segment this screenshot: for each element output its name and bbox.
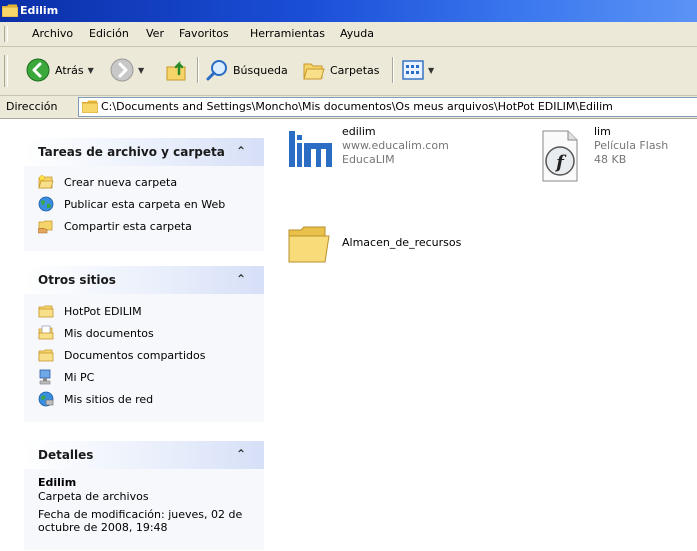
place-label: Documentos compartidos: [64, 348, 206, 362]
file-url: www.educalim.com: [342, 139, 449, 152]
place-label: Mis sitios de red: [64, 392, 154, 406]
share-folder-icon: [38, 220, 53, 234]
my-documents-icon: [38, 325, 54, 340]
folder-icon: [288, 226, 330, 263]
lim-logo-icon: [289, 131, 332, 167]
network-places-icon: [38, 391, 54, 407]
menu-edicion[interactable]: Edición: [89, 27, 129, 40]
task-publish-web[interactable]: Publicar esta carpeta en Web: [38, 195, 225, 213]
place-hotpot-edilim[interactable]: HotPot EDILIM: [38, 302, 142, 320]
views-button[interactable]: ▼: [402, 57, 434, 83]
details-type: Carpeta de archivos: [38, 490, 149, 503]
window-title: Edilim: [20, 4, 59, 17]
address-label: Dirección: [6, 100, 58, 113]
place-my-computer[interactable]: Mi PC: [38, 368, 94, 386]
menu-grip[interactable]: [4, 26, 8, 42]
place-label: Mis documentos: [64, 326, 154, 340]
details-pane-header[interactable]: Detalles ⌃: [24, 441, 264, 469]
menu-herramientas[interactable]: Herramientas: [250, 27, 325, 40]
folder-icon: [38, 349, 54, 362]
back-arrow-icon: [26, 58, 50, 82]
tasks-pane-body: Crear nueva carpeta Publicar esta carpet…: [24, 166, 264, 251]
my-computer-icon: [39, 369, 51, 385]
up-folder-icon: [166, 60, 186, 81]
tasks-pane-header[interactable]: Tareas de archivo y carpeta ⌃: [24, 138, 264, 166]
address-path: C:\Documents and Settings\Moncho\Mis doc…: [101, 100, 613, 113]
menu-ver[interactable]: Ver: [146, 27, 164, 40]
folders-icon: [303, 63, 325, 80]
folder-icon: [2, 4, 18, 17]
search-icon: [206, 60, 227, 81]
views-dropdown-icon[interactable]: ▼: [428, 66, 434, 75]
file-item-edilim[interactable]: edilim www.educalim.com EducaLIM: [287, 125, 502, 175]
file-name: edilim: [342, 125, 376, 138]
details-name: Edilim: [38, 476, 77, 489]
menu-ayuda[interactable]: Ayuda: [340, 27, 374, 40]
details-pane: Detalles ⌃ Edilim Carpeta de archivos Fe…: [23, 440, 265, 551]
details-pane-body: Edilim Carpeta de archivos Fecha de modi…: [24, 469, 264, 550]
toolbar: Atrás ▼ ▼ Búsqueda Carpetas ▼: [0, 47, 697, 96]
toolbar-grip[interactable]: [4, 55, 8, 87]
folder-name: Almacen_de_recursos: [342, 236, 462, 249]
places-pane-body: HotPot EDILIM Mis documentos Documentos …: [24, 294, 264, 422]
forward-button[interactable]: ▼: [110, 57, 144, 83]
search-label: Búsqueda: [233, 63, 288, 77]
address-bar: Dirección C:\Documents and Settings\Monc…: [0, 96, 697, 119]
collapse-chevron-icon[interactable]: ⌃: [236, 144, 246, 158]
back-button[interactable]: Atrás ▼: [26, 57, 94, 83]
flash-file-icon: f: [542, 130, 578, 182]
title-bar[interactable]: Edilim: [0, 0, 697, 22]
back-label: Atrás: [55, 63, 84, 77]
details-pane-title: Detalles: [38, 448, 94, 462]
menu-bar: Archivo Edición Ver Favoritos Herramient…: [0, 22, 697, 47]
file-name: lim: [594, 125, 611, 138]
new-folder-icon: [38, 175, 54, 189]
place-label: HotPot EDILIM: [64, 304, 142, 318]
forward-dropdown-icon[interactable]: ▼: [138, 66, 144, 75]
back-dropdown-icon[interactable]: ▼: [88, 66, 94, 75]
task-label: Crear nueva carpeta: [64, 175, 178, 189]
places-pane-header[interactable]: Otros sitios ⌃: [24, 266, 264, 294]
web-globe-icon: [38, 196, 54, 212]
file-company: EducaLIM: [342, 153, 395, 166]
collapse-chevron-icon[interactable]: ⌃: [236, 272, 246, 286]
folders-button[interactable]: Carpetas: [302, 57, 379, 83]
forward-arrow-icon: [110, 58, 134, 82]
place-label: Mi PC: [64, 370, 95, 384]
toolbar-separator: [392, 57, 394, 83]
up-folder-button[interactable]: [165, 57, 189, 83]
details-modified: Fecha de modificación: jueves, 02 de oct…: [38, 508, 243, 534]
tasks-pane-title: Tareas de archivo y carpeta: [38, 145, 225, 159]
folder-icon: [82, 100, 98, 113]
place-shared-documents[interactable]: Documentos compartidos: [38, 346, 206, 364]
places-pane-title: Otros sitios: [38, 273, 116, 287]
places-pane: Otros sitios ⌃ HotPot EDILIM Mis documen…: [23, 265, 265, 423]
task-new-folder[interactable]: Crear nueva carpeta: [38, 173, 177, 191]
collapse-chevron-icon[interactable]: ⌃: [236, 447, 246, 461]
place-network[interactable]: Mis sitios de red: [38, 390, 153, 408]
task-label: Compartir esta carpeta: [64, 219, 192, 233]
search-button[interactable]: Búsqueda: [205, 57, 288, 83]
place-my-documents[interactable]: Mis documentos: [38, 324, 154, 342]
tasks-pane: Tareas de archivo y carpeta ⌃ Crear nuev…: [23, 137, 265, 252]
toolbar-separator: [197, 57, 199, 83]
task-share-folder[interactable]: Compartir esta carpeta: [38, 217, 192, 235]
address-input[interactable]: C:\Documents and Settings\Moncho\Mis doc…: [78, 97, 697, 117]
menu-archivo[interactable]: Archivo: [32, 27, 73, 40]
task-label: Publicar esta carpeta en Web: [64, 197, 226, 211]
folder-icon: [38, 305, 54, 318]
menu-favoritos[interactable]: Favoritos: [179, 27, 229, 40]
folder-item-almacen[interactable]: Almacen_de_recursos: [287, 222, 477, 270]
file-item-lim[interactable]: f lim Película Flash 48 KB: [540, 125, 697, 185]
file-size: 48 KB: [594, 153, 627, 166]
views-icon: [402, 60, 424, 80]
file-type: Película Flash: [594, 139, 669, 152]
folders-label: Carpetas: [330, 63, 380, 77]
